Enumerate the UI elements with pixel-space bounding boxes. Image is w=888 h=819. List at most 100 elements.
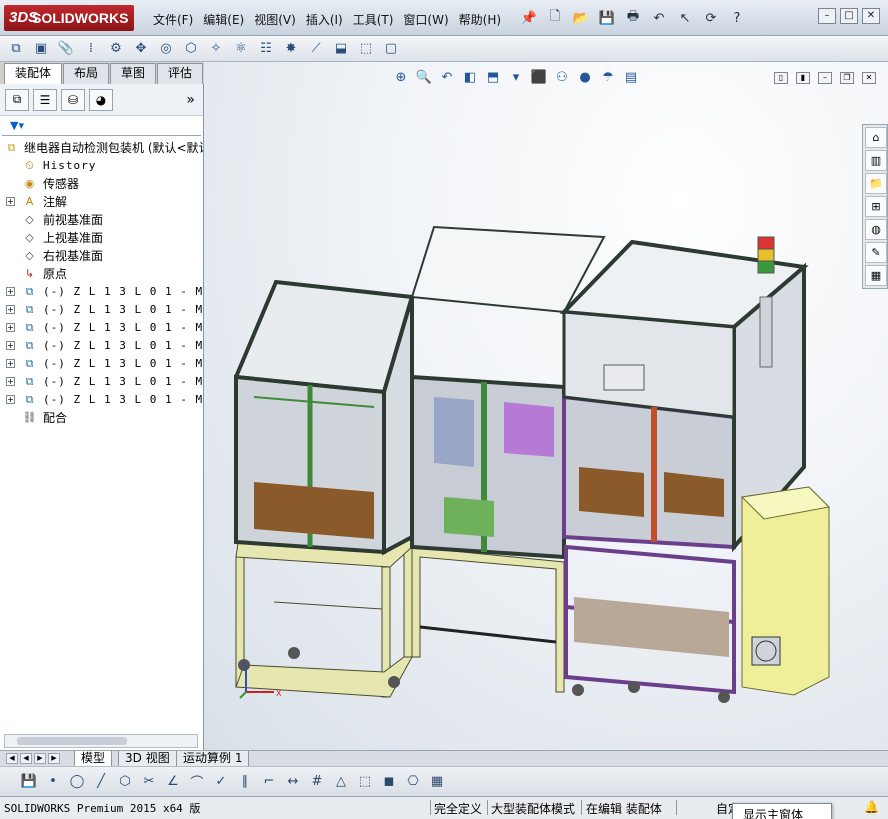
print-icon[interactable]: 🖶 <box>622 8 644 28</box>
tab-3d-view[interactable]: 3D 视图 <box>118 751 177 767</box>
tree-node[interactable]: + A 注解 <box>0 193 203 211</box>
feature-manager-icon[interactable]: ⧉ <box>5 88 29 111</box>
tree-node[interactable]: ◉ 传感器 <box>0 175 203 193</box>
expand-icon[interactable]: + <box>6 341 15 350</box>
zoom-to-area-icon[interactable]: 🔍 <box>415 68 433 86</box>
configuration-manager-icon[interactable]: ⛁ <box>61 88 85 111</box>
hide-show-items-icon[interactable]: ⚇ <box>553 68 571 86</box>
grid-icon[interactable]: # <box>308 773 326 791</box>
view-palette-icon[interactable]: ⊞ <box>865 196 887 217</box>
dimension-icon[interactable]: ↔ <box>284 773 302 791</box>
smart-fasteners-icon[interactable]: ⚙ <box>106 39 126 59</box>
tab-motion-study[interactable]: 运动算例 1 <box>176 751 250 767</box>
tab-evaluate[interactable]: 评估 <box>157 63 204 84</box>
parallel-icon[interactable]: ∥ <box>236 773 254 791</box>
fillet-icon[interactable]: ⌒ <box>188 773 206 791</box>
select-cursor-icon[interactable]: ↖ <box>674 8 696 28</box>
menu-tools[interactable]: 工具(T) <box>348 9 399 30</box>
expand-icon[interactable]: + <box>6 359 15 368</box>
horizontal-scrollbar[interactable] <box>4 734 198 748</box>
forum-icon[interactable]: ▦ <box>865 265 887 286</box>
undo-icon[interactable]: ↶ <box>648 8 670 28</box>
appearances-icon[interactable]: ◍ <box>865 219 887 240</box>
custom-properties-icon[interactable]: ✎ <box>865 242 887 263</box>
tree-node[interactable]: + ⧉ (-) Z L 1 3 L 0 1 - M 0 0 <box>0 355 203 373</box>
tree-node[interactable]: ↳ 原点 <box>0 265 203 283</box>
check-icon[interactable]: ✓ <box>212 773 230 791</box>
display-manager-icon[interactable]: ◕ <box>89 88 113 111</box>
previous-view-icon[interactable]: ↶ <box>438 68 456 86</box>
file-explorer-icon[interactable]: 📁 <box>865 173 887 194</box>
tab-last-icon[interactable]: ▶ <box>48 753 60 764</box>
tab-assembly[interactable]: 装配体 <box>4 63 63 84</box>
viewport-close-icon[interactable]: ✕ <box>862 72 876 84</box>
tab-first-icon[interactable]: ◀ <box>6 753 18 764</box>
tab-prev-icon[interactable]: ◀ <box>20 753 32 764</box>
angle-icon[interactable]: ∠ <box>164 773 182 791</box>
apply-scene-icon[interactable]: ☂ <box>599 68 617 86</box>
dynamic-annotation-icon[interactable]: ⬒ <box>484 68 502 86</box>
minimize-icon[interactable]: – <box>818 8 836 24</box>
more-tabs-icon[interactable]: » <box>186 92 195 108</box>
tree-node[interactable]: + ⧉ (-) Z L 1 3 L 0 1 - M 0 0 <box>0 319 203 337</box>
triangle-icon[interactable]: △ <box>332 773 350 791</box>
tree-node[interactable]: ◇ 前视基准面 <box>0 211 203 229</box>
line-icon[interactable]: ╱ <box>92 773 110 791</box>
tree-node[interactable]: + ⧉ (-) Z L 1 3 L 0 1 - M 0 0 <box>0 337 203 355</box>
component-pattern-icon[interactable]: ⁞ <box>81 39 101 59</box>
scrollbar-thumb[interactable] <box>17 737 127 745</box>
filter-icon[interactable]: ▼▾ <box>2 116 201 136</box>
exploded-view-icon[interactable]: ✸ <box>281 39 301 59</box>
new-document-icon[interactable]: 🗋 <box>544 8 566 28</box>
solidworks-logo[interactable]: 3DS SOLIDWORKS <box>4 5 134 31</box>
menu-help[interactable]: 帮助(H) <box>454 9 506 30</box>
home-icon[interactable]: ⌂ <box>865 127 887 148</box>
insert-component-icon[interactable]: ⧉ <box>6 39 26 59</box>
view-orientation-icon[interactable]: ▾ <box>507 68 525 86</box>
view-settings-icon[interactable]: ▤ <box>622 68 640 86</box>
graphics-area[interactable]: ⊕ 🔍 ↶ ◧ ⬒ ▾ ⬛ ⚇ ● ☂ ▤ ▯ ▮ – ❐ ✕ ⌂ ▥ 📁 ⊞ … <box>204 62 888 750</box>
menu-insert[interactable]: 插入(I) <box>301 9 348 30</box>
save-icon[interactable]: 💾 <box>596 8 618 28</box>
tab-sketch[interactable]: 草图 <box>110 63 157 84</box>
viewport-restore-icon[interactable]: ❐ <box>840 72 854 84</box>
rebuild-icon[interactable]: ⟳ <box>700 8 722 28</box>
move-component-icon[interactable]: ✥ <box>131 39 151 59</box>
camera-icon[interactable]: ⎔ <box>404 773 422 791</box>
maximize-icon[interactable]: □ <box>840 8 858 24</box>
show-main-window-tooltip[interactable]: 显示主窗体 <box>732 803 832 819</box>
pin-icon[interactable]: 📌 <box>518 8 540 28</box>
new-motion-study-icon[interactable]: ⚛ <box>231 39 251 59</box>
trim-icon[interactable]: ✂ <box>140 773 158 791</box>
tree-node[interactable]: ◇ 上视基准面 <box>0 229 203 247</box>
mate-icon[interactable]: 📎 <box>56 39 76 59</box>
help-icon[interactable]: ? <box>726 8 748 28</box>
polygon-icon[interactable]: ⬡ <box>116 773 134 791</box>
menu-edit[interactable]: 编辑(E) <box>198 9 249 30</box>
explode-line-sketch-icon[interactable]: ⟋ <box>306 39 326 59</box>
menu-window[interactable]: 窗口(W) <box>398 9 453 30</box>
bill-of-materials-icon[interactable]: ☷ <box>256 39 276 59</box>
property-manager-icon[interactable]: ☰ <box>33 88 57 111</box>
expand-icon[interactable]: + <box>6 377 15 386</box>
table-icon[interactable]: ▦ <box>428 773 446 791</box>
menu-file[interactable]: 文件(F) <box>148 9 198 30</box>
resources-icon[interactable]: ▥ <box>865 150 887 171</box>
save-icon[interactable]: 💾 <box>20 773 38 791</box>
expand-icon[interactable]: + <box>6 287 15 296</box>
notification-icon[interactable]: 🔔 <box>864 800 879 814</box>
tree-node[interactable]: + ⧉ (-) Z L 1 3 L 0 1 - M 0 0 <box>0 373 203 391</box>
take-snapshot-icon[interactable]: ▢ <box>381 39 401 59</box>
edit-appearance-icon[interactable]: ● <box>576 68 594 86</box>
update-speedpak-icon[interactable]: ⬚ <box>356 39 376 59</box>
tree-node[interactable]: ◇ 右视基准面 <box>0 247 203 265</box>
new-part-icon[interactable]: ▣ <box>31 39 51 59</box>
tab-next-icon[interactable]: ▶ <box>34 753 46 764</box>
show-hidden-icon[interactable]: ◎ <box>156 39 176 59</box>
viewport-tile-icon[interactable]: ▯ <box>774 72 788 84</box>
zoom-to-fit-icon[interactable]: ⊕ <box>392 68 410 86</box>
tab-layout[interactable]: 布局 <box>63 63 110 84</box>
corner-icon[interactable]: ⌐ <box>260 773 278 791</box>
display-style-icon[interactable]: ⬛ <box>530 68 548 86</box>
section-view-icon[interactable]: ◧ <box>461 68 479 86</box>
